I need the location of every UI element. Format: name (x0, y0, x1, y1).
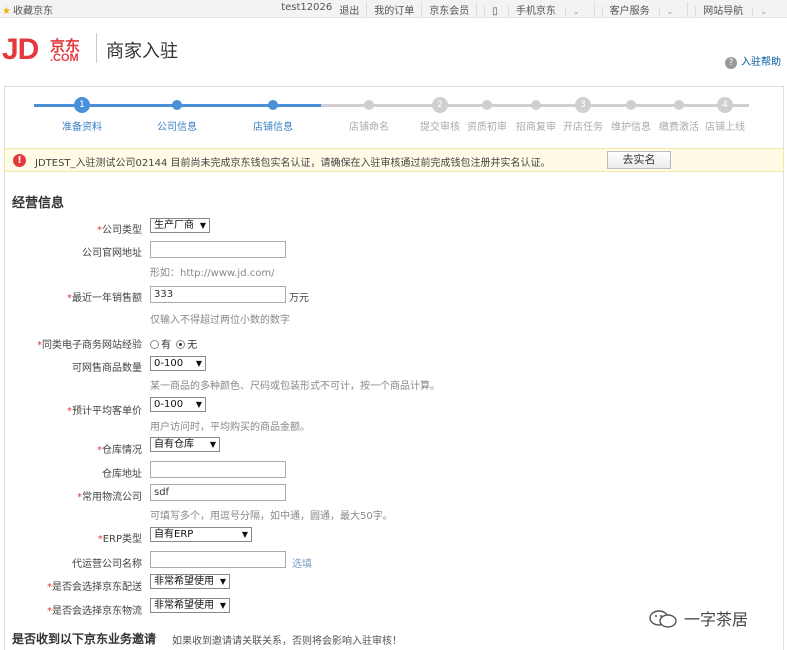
company-type-select[interactable]: 生产厂商 ▼ (150, 218, 210, 233)
caret-icon: ▼ (219, 601, 226, 610)
my-orders-link[interactable]: 我的订单 (366, 2, 421, 17)
step-dot (172, 100, 182, 110)
agent-optional: 选填 (292, 559, 312, 570)
radio-yes[interactable]: 有 (150, 340, 171, 351)
header-divider (96, 33, 97, 63)
step-label: 店铺信息 (253, 122, 293, 133)
erp-label: *ERP类型 (97, 534, 142, 545)
caret-icon: ▼ (219, 577, 226, 586)
warehouse-label: *仓库情况 (97, 445, 142, 456)
invitation-note: 如果收到邀请请关联关系，否则将会影响入驻审核！ (172, 636, 402, 647)
erp-select[interactable]: 自有ERP ▼ (150, 527, 252, 542)
agent-input[interactable] (150, 551, 286, 568)
jd-member-link[interactable]: 京东会员 (421, 2, 476, 17)
caret-icon: ▼ (209, 440, 216, 449)
jd-delivery-select[interactable]: 非常希望使用 ▼ (150, 574, 230, 589)
customer-service-link[interactable]: 客户服务 ⌄ (593, 2, 688, 17)
radio-no[interactable]: 无 (176, 340, 197, 351)
jd-delivery-label: *是否会选择京东配送 (47, 582, 142, 593)
header: JD 京东 .COM 商家入驻 ? 入驻帮助 (0, 19, 787, 83)
step-3: 店铺命名 (339, 96, 399, 133)
step-dot (674, 100, 684, 110)
annual-sales-hint: 仅输入不得超过两位小数的数字 (150, 315, 290, 326)
sku-count-hint: 某一商品的多种颜色、尺码或包装形式不可计，按一个商品计算。 (150, 381, 440, 392)
jd-logistics-select[interactable]: 非常希望使用 ▼ (150, 598, 230, 613)
mobile-jd-link[interactable]: ▯ 手机京东 ⌄ (476, 2, 593, 17)
avg-price-hint: 用户访问时，平均购买的商品金额。 (150, 422, 310, 433)
site-nav-link[interactable]: 网站导航 ⌄ (687, 2, 781, 17)
step-dot (482, 100, 492, 110)
website-hint: 形如：http://www.jd.com/ (150, 268, 275, 279)
step-0: 1 准备资料 (52, 96, 112, 133)
sku-count-select[interactable]: 0-100 ▼ (150, 356, 206, 371)
warning-icon: ! (13, 154, 26, 167)
warehouse-addr-input[interactable] (150, 461, 286, 478)
top-links: test12026 退出 我的订单 京东会员 ▯ 手机京东 ⌄ 客户服务 ⌄ 网站导… (274, 2, 781, 17)
ecommerce-exp-label: *同类电子商务网站经验 (37, 340, 142, 351)
caret-icon: ▼ (199, 221, 206, 230)
step-dot (364, 100, 374, 110)
logistics-hint: 可填写多个，用逗号分隔，如中通，圆通，最大50字。 (150, 511, 393, 522)
annual-sales-unit: 万元 (289, 293, 309, 304)
step-label: 准备资料 (62, 122, 102, 133)
step-dot (268, 100, 278, 110)
step-label: 店铺命名 (349, 122, 389, 133)
username-link[interactable]: test12026 (274, 2, 339, 17)
step-1: 公司信息 (147, 96, 207, 133)
notice-text: JDTEST_入驻测试公司02144 目前尚未完成京东钱包实名认证，请确保在入驻… (35, 158, 551, 169)
help-link[interactable]: ? 入驻帮助 (725, 53, 781, 69)
wechat-icon (649, 610, 677, 628)
favorite-link[interactable]: ★ 收藏京东 (2, 2, 53, 17)
step-dot (531, 100, 541, 110)
radio-icon (150, 340, 159, 349)
avg-price-select[interactable]: 0-100 ▼ (150, 397, 206, 412)
help-icon: ? (725, 57, 737, 69)
step-dot: 3 (575, 97, 591, 113)
warehouse-addr-label: 仓库地址 (102, 469, 142, 480)
step-dot: 4 (717, 97, 733, 113)
invitation-title: 是否收到以下京东业务邀请 (12, 632, 157, 646)
website-input[interactable] (150, 241, 286, 258)
annual-sales-label: *最近一年销售额 (67, 293, 142, 304)
go-verify-button[interactable]: 去实名 (607, 151, 671, 169)
step-dot: 1 (74, 97, 90, 113)
step-dot: 2 (432, 97, 448, 113)
ecommerce-exp-radios: 有 无 (150, 336, 197, 351)
star-icon: ★ (2, 6, 11, 17)
warehouse-select[interactable]: 自有仓库 ▼ (150, 437, 220, 452)
logistics-label: *常用物流公司 (77, 492, 142, 503)
progress-steps: 1 准备资料 公司信息 店铺信息 店铺命名 2 提交审核 资质初审 招商复审 3 开店任务 维护信息缴… (4, 90, 784, 142)
phone-icon: ▯ (484, 6, 508, 17)
company-type-label: *公司类型 (97, 225, 142, 236)
caret-icon: ▼ (241, 530, 248, 539)
step-label: 公司信息 (157, 122, 197, 133)
watermark: 一字茶居 (648, 606, 748, 630)
chevron-down-icon: ⌄ (564, 7, 587, 16)
step-label: 店铺上线 (705, 122, 745, 133)
jd-logo[interactable]: JD 京东 .COM (2, 33, 80, 67)
agent-label: 代运营公司名称 (72, 559, 142, 570)
step-2: 店铺信息 (243, 96, 303, 133)
section-title: 经营信息 (12, 196, 65, 211)
top-bar: ★ 收藏京东 test12026 退出 我的订单 京东会员 ▯ 手机京东 ⌄ 客户服… (0, 0, 787, 18)
realname-notice: ! JDTEST_入驻测试公司02144 目前尚未完成京东钱包实名认证，请确保在… (4, 148, 784, 172)
page-title: 商家入驻 (106, 41, 178, 62)
sku-count-label: 可网售商品数量 (72, 363, 142, 374)
logistics-input[interactable]: sdf (150, 484, 286, 501)
logout-link[interactable]: 退出 (339, 2, 366, 17)
caret-icon: ▼ (195, 359, 202, 368)
caret-icon: ▼ (195, 400, 202, 409)
step-dot (626, 100, 636, 110)
chevron-down-icon: ⌄ (658, 7, 681, 16)
website-label: 公司官网地址 (82, 248, 142, 259)
chevron-down-icon: ⌄ (752, 7, 774, 16)
jd-logistics-label: *是否会选择京东物流 (47, 606, 142, 617)
avg-price-label: *预计平均客单价 (67, 406, 142, 417)
radio-checked-icon (176, 340, 186, 349)
annual-sales-input[interactable]: 333 (150, 286, 286, 303)
step-10: 4 店铺上线 (695, 96, 755, 133)
